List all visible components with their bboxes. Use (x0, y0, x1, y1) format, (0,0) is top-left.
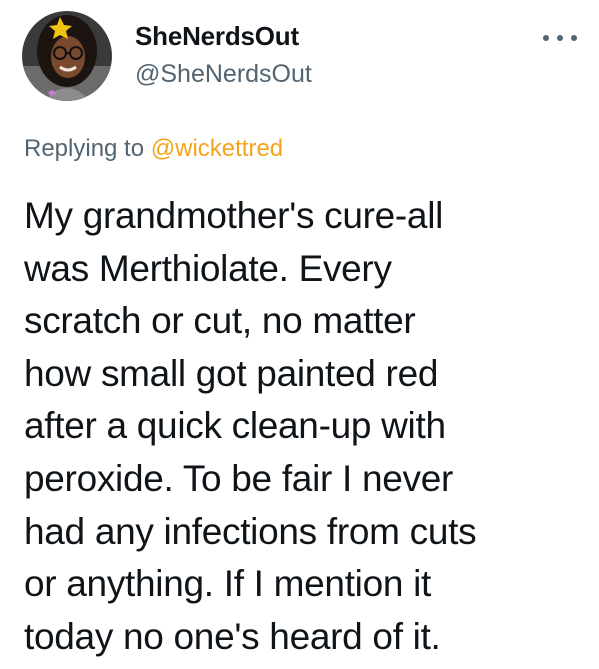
more-horizontal-icon (543, 35, 577, 41)
more-options-button[interactable] (538, 26, 582, 50)
display-name[interactable]: SheNerdsOut (135, 21, 299, 52)
avatar[interactable] (22, 11, 112, 101)
replying-to-label: Replying to (24, 135, 145, 162)
reply-mention-link[interactable]: @wickettred (151, 135, 283, 162)
user-handle[interactable]: @SheNerdsOut (135, 60, 312, 89)
replying-to-line: Replying to @wickettred (24, 135, 283, 163)
tweet-text: My grandmother's cure-all was Merthiolat… (24, 195, 477, 657)
avatar-image (22, 11, 112, 101)
tweet-card: SheNerdsOut @SheNerdsOut Replying to @wi… (0, 0, 599, 669)
